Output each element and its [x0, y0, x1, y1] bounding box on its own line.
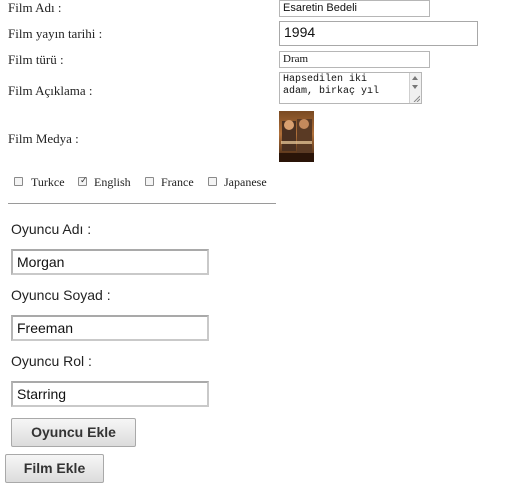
actor-first-name-input[interactable]: Morgan [11, 249, 209, 275]
media-label: Film Medya : [8, 131, 79, 146]
language-label-france: France [161, 175, 194, 189]
actor-last-name-label: Oyuncu Soyad : [11, 287, 111, 303]
resize-grip-icon[interactable] [413, 95, 420, 102]
genre-label: Film türü : [8, 52, 64, 67]
language-checkbox-france[interactable] [145, 177, 154, 186]
actor-role-value: Starring [17, 386, 67, 402]
actor-first-name-value: Morgan [17, 254, 65, 270]
language-label-english: English [94, 175, 131, 189]
description-textarea[interactable]: Hapsedilen iki adam, birkaç yıl [279, 72, 422, 104]
actor-first-name-label: Oyuncu Adı : [11, 221, 92, 237]
actor-last-name-input[interactable]: Freeman [11, 315, 209, 341]
release-date-input[interactable]: 1994 [279, 21, 478, 46]
description-value: Hapsedilen iki adam, birkaç yıl [283, 74, 380, 97]
checkmark-icon: ✓ [80, 176, 88, 186]
language-label-turkce: Turkce [31, 175, 65, 189]
scroll-up-arrow-icon[interactable] [412, 76, 418, 80]
actor-last-name-value: Freeman [17, 320, 74, 336]
language-checkbox-english[interactable]: ✓ [78, 176, 88, 186]
language-checkbox-japanese[interactable] [208, 177, 217, 186]
add-film-button[interactable]: Film Ekle [5, 454, 104, 483]
actor-role-label: Oyuncu Rol : [11, 353, 92, 369]
film-poster-thumbnail [279, 111, 314, 162]
film-name-value: Esaretin Bedeli [283, 2, 357, 14]
release-date-value: 1994 [284, 24, 316, 40]
film-name-label: Film Adı : [8, 0, 62, 15]
actor-role-input[interactable]: Starring [11, 381, 209, 407]
genre-value: Dram [283, 53, 309, 65]
language-checkbox-turkce[interactable] [14, 177, 23, 186]
description-label: Film Açıklama : [8, 83, 93, 98]
film-name-input[interactable]: Esaretin Bedeli [279, 0, 430, 17]
section-divider [8, 203, 276, 204]
language-label-japanese: Japanese [224, 175, 267, 189]
genre-input[interactable]: Dram [279, 51, 430, 68]
scroll-down-arrow-icon[interactable] [412, 85, 418, 89]
release-date-label: Film yayın tarihi : [8, 26, 103, 41]
add-actor-button[interactable]: Oyuncu Ekle [11, 418, 136, 447]
